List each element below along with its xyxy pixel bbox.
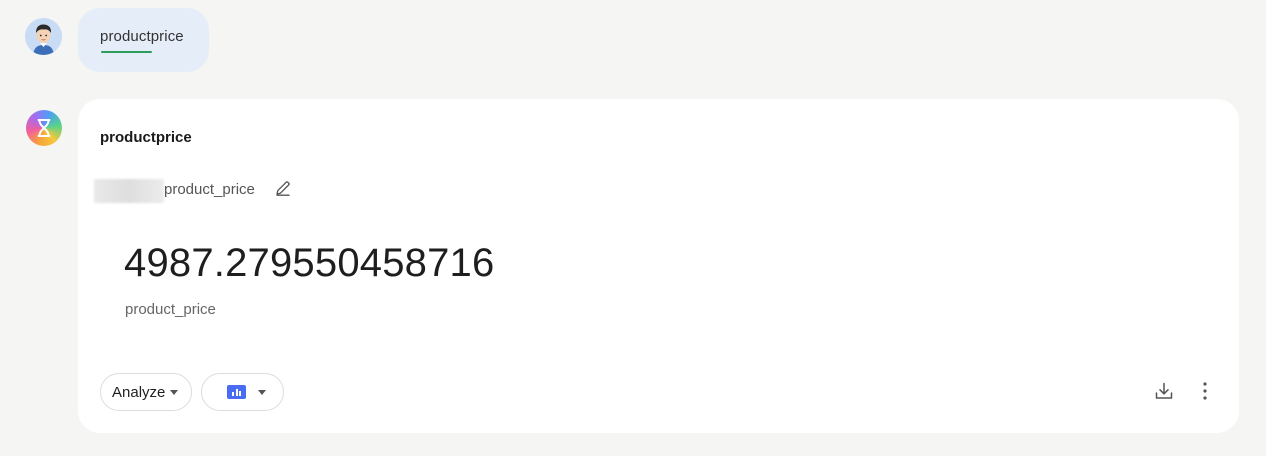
response-title: productprice xyxy=(100,129,192,146)
redacted-text xyxy=(94,179,164,203)
field-name: product_price xyxy=(164,181,255,198)
response-card: productprice product_price 4987.27955045… xyxy=(78,99,1239,433)
pencil-icon[interactable] xyxy=(274,179,292,197)
caret-down-icon xyxy=(170,389,179,395)
user-avatar xyxy=(25,18,62,55)
download-icon[interactable] xyxy=(1154,381,1174,401)
analyze-button-label: Analyze xyxy=(112,383,166,401)
metric-label: product_price xyxy=(125,301,216,318)
spellcheck-underline xyxy=(101,51,152,53)
chat-page: productprice productprice product_price … xyxy=(0,0,1266,456)
metric-value: 4987.279550458716 xyxy=(124,241,495,285)
analyze-dropdown-button[interactable]: Analyze xyxy=(100,373,192,411)
user-avatar-icon xyxy=(25,18,62,55)
hourglass-icon xyxy=(37,119,51,137)
more-vertical-icon[interactable] xyxy=(1196,380,1214,402)
assistant-avatar xyxy=(26,110,62,146)
bar-chart-icon xyxy=(227,385,246,399)
user-message-bubble: productprice xyxy=(78,8,209,72)
caret-down-icon xyxy=(258,390,266,395)
chart-type-dropdown-button[interactable] xyxy=(201,373,284,411)
user-message-text: productprice xyxy=(100,28,184,45)
